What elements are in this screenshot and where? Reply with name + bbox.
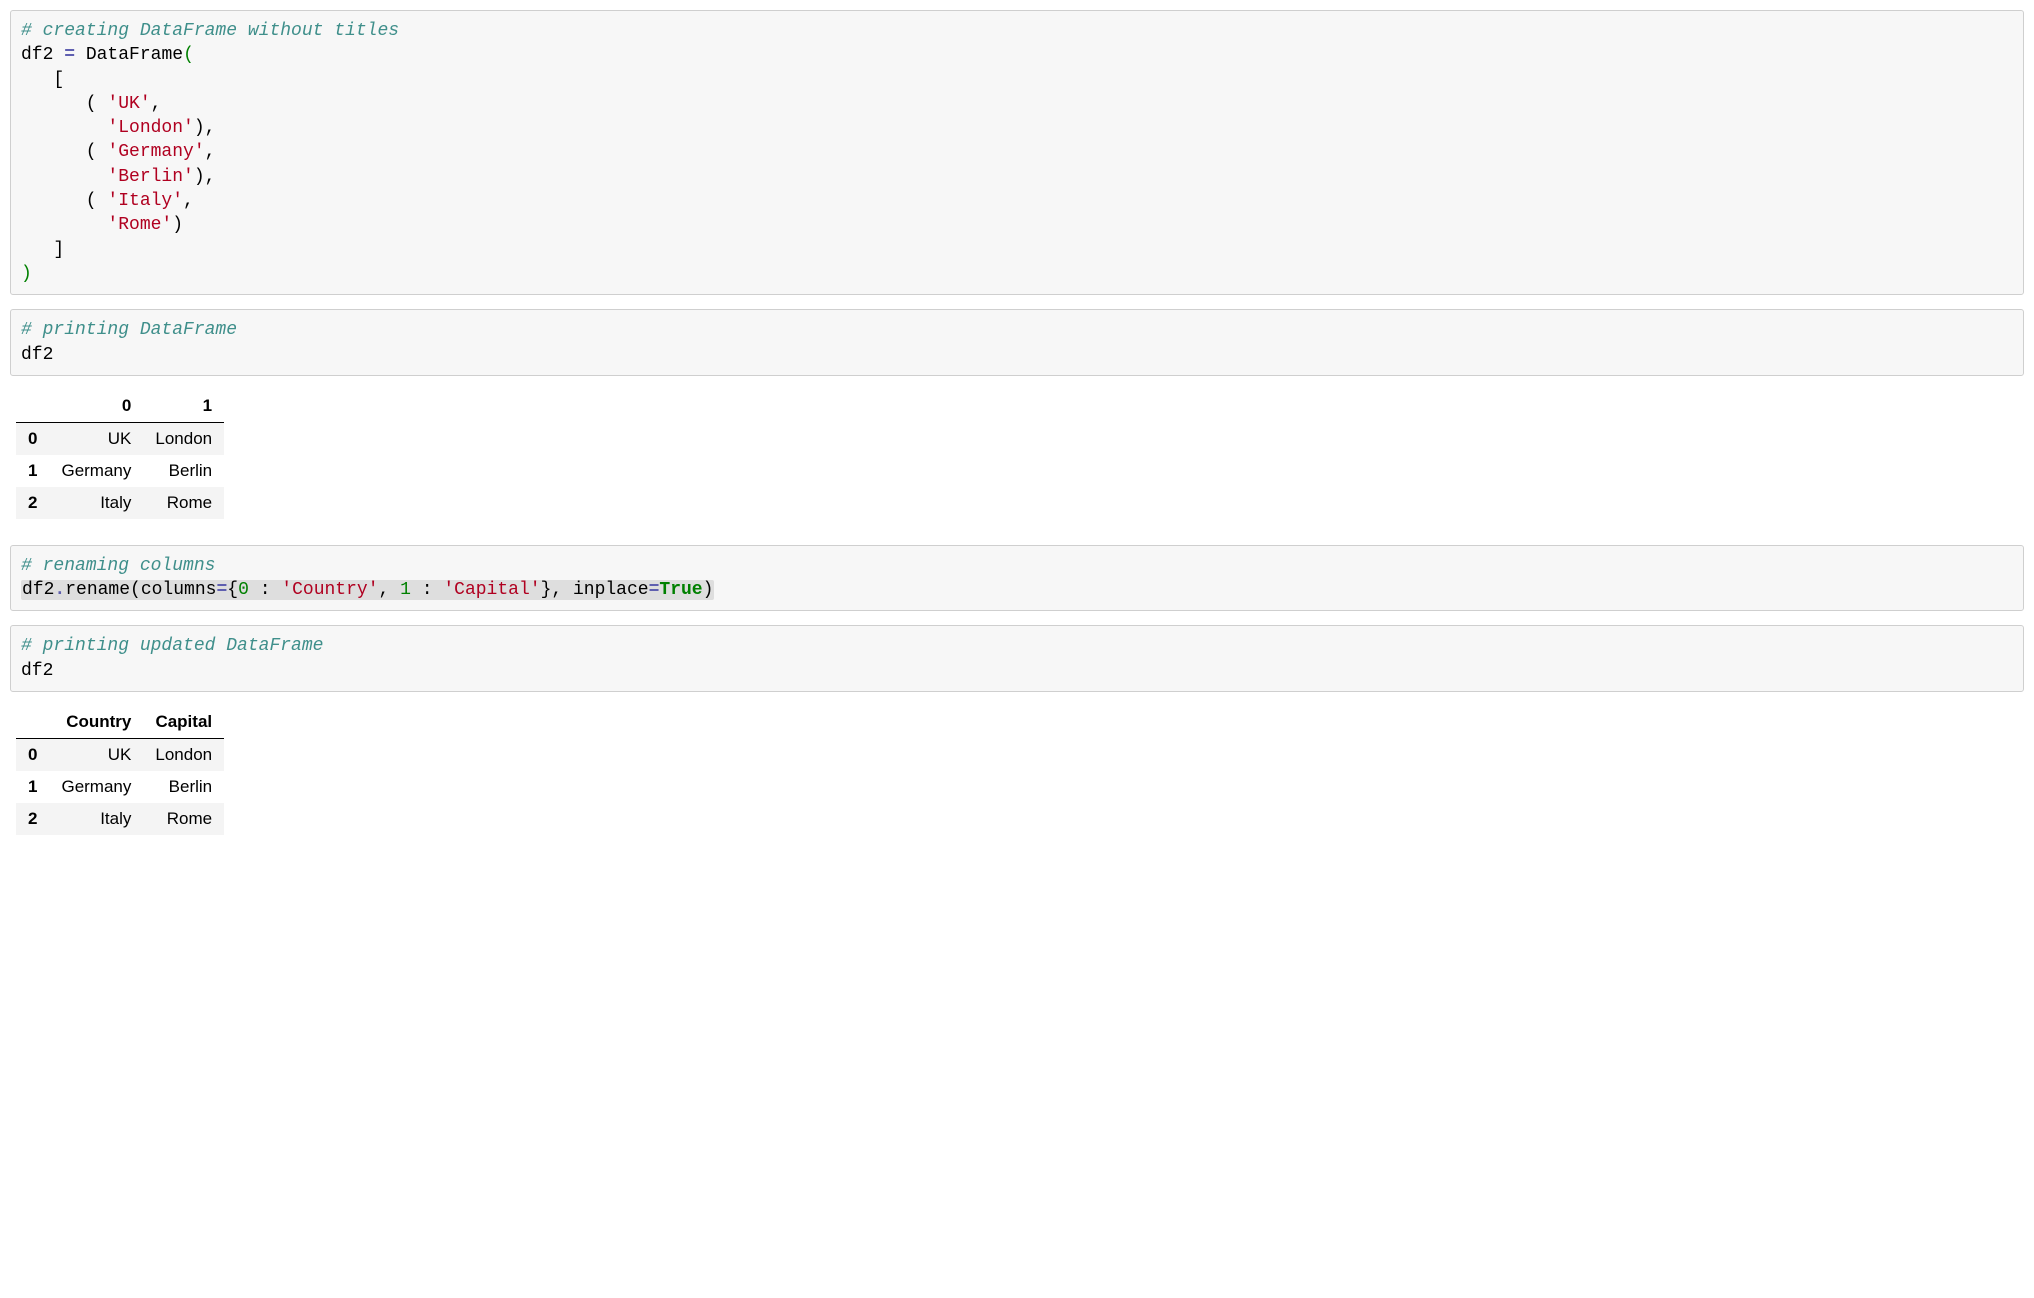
code-token xyxy=(21,118,107,138)
code-token: ( xyxy=(21,142,107,162)
code-token: ) xyxy=(703,580,714,600)
code-token: = xyxy=(649,580,660,600)
code-string: 'Capital' xyxy=(443,580,540,600)
table-row: 2 Italy Rome xyxy=(16,803,224,835)
table-cell: UK xyxy=(49,422,143,455)
code-comment: # renaming columns xyxy=(21,556,215,576)
code-token: df2 xyxy=(22,580,54,600)
code-string: 'Berlin' xyxy=(107,167,193,187)
code-comment: # printing updated DataFrame xyxy=(21,636,323,656)
code-string: 'Italy' xyxy=(107,191,183,211)
code-token: } xyxy=(541,580,552,600)
code-token: , xyxy=(205,142,216,162)
table-cell: Italy xyxy=(49,803,143,835)
table-cell: London xyxy=(143,739,224,772)
code-token: = xyxy=(64,45,75,65)
column-header: 1 xyxy=(143,390,224,423)
output-area-1: 0 1 0 UK London 1 Germany Berlin 2 Italy… xyxy=(16,390,2024,519)
code-token: ) xyxy=(21,264,32,284)
code-number: 0 xyxy=(238,580,249,600)
dataframe-table-2: Country Capital 0 UK London 1 Germany Be… xyxy=(16,706,224,835)
table-cell: Italy xyxy=(49,487,143,519)
code-number: 1 xyxy=(400,580,411,600)
code-token: df2 xyxy=(21,45,64,65)
table-cell: Berlin xyxy=(143,771,224,803)
code-string: 'London' xyxy=(107,118,193,138)
code-token: ( xyxy=(21,94,107,114)
row-index: 1 xyxy=(16,771,49,803)
code-keyword: True xyxy=(659,580,702,600)
code-string: 'Rome' xyxy=(107,215,172,235)
code-token: df2 xyxy=(21,345,53,365)
code-token xyxy=(21,167,107,187)
code-comment: # printing DataFrame xyxy=(21,320,237,340)
code-token: : xyxy=(411,580,443,600)
column-header: Capital xyxy=(143,706,224,739)
code-token: , inplace xyxy=(551,580,648,600)
code-cell-1[interactable]: # creating DataFrame without titles df2 … xyxy=(10,10,2024,295)
table-cell: Germany xyxy=(49,455,143,487)
row-index: 1 xyxy=(16,455,49,487)
row-index: 2 xyxy=(16,487,49,519)
code-string: 'UK' xyxy=(107,94,150,114)
code-token: df2 xyxy=(21,661,53,681)
code-token: { xyxy=(227,580,238,600)
row-index: 0 xyxy=(16,422,49,455)
code-string: 'Country' xyxy=(281,580,378,600)
code-token: , xyxy=(151,94,162,114)
code-token: , xyxy=(183,191,194,211)
code-token: rename(columns xyxy=(65,580,216,600)
code-token: ( xyxy=(21,191,107,211)
table-row: 1 Germany Berlin xyxy=(16,455,224,487)
table-row: 0 UK London xyxy=(16,422,224,455)
dataframe-table-1: 0 1 0 UK London 1 Germany Berlin 2 Italy… xyxy=(16,390,224,519)
column-header: 0 xyxy=(49,390,143,423)
code-string: 'Germany' xyxy=(107,142,204,162)
code-token: : xyxy=(249,580,281,600)
code-cell-2[interactable]: # printing DataFrame df2 xyxy=(10,309,2024,376)
table-cell: Germany xyxy=(49,771,143,803)
code-token: [ xyxy=(21,70,64,90)
table-cell: Rome xyxy=(143,803,224,835)
code-token: = xyxy=(216,580,227,600)
table-cell: UK xyxy=(49,739,143,772)
code-token: DataFrame xyxy=(75,45,183,65)
row-index: 0 xyxy=(16,739,49,772)
code-cell-4[interactable]: # printing updated DataFrame df2 xyxy=(10,625,2024,692)
row-index: 2 xyxy=(16,803,49,835)
output-area-2: Country Capital 0 UK London 1 Germany Be… xyxy=(16,706,2024,835)
code-token: ] xyxy=(21,240,64,260)
column-header: Country xyxy=(49,706,143,739)
code-token: ( xyxy=(183,45,194,65)
code-token: ) xyxy=(172,215,183,235)
code-token: ), xyxy=(194,167,216,187)
table-row: 1 Germany Berlin xyxy=(16,771,224,803)
code-comment: # creating DataFrame without titles xyxy=(21,21,399,41)
table-cell: Rome xyxy=(143,487,224,519)
code-token: ), xyxy=(194,118,216,138)
code-token: , xyxy=(379,580,401,600)
table-cell: Berlin xyxy=(143,455,224,487)
code-token xyxy=(21,215,107,235)
table-row: 2 Italy Rome xyxy=(16,487,224,519)
table-cell: London xyxy=(143,422,224,455)
code-cell-3[interactable]: # renaming columns df2.rename(columns={0… xyxy=(10,545,2024,612)
table-row: 0 UK London xyxy=(16,739,224,772)
code-token: . xyxy=(54,580,65,600)
